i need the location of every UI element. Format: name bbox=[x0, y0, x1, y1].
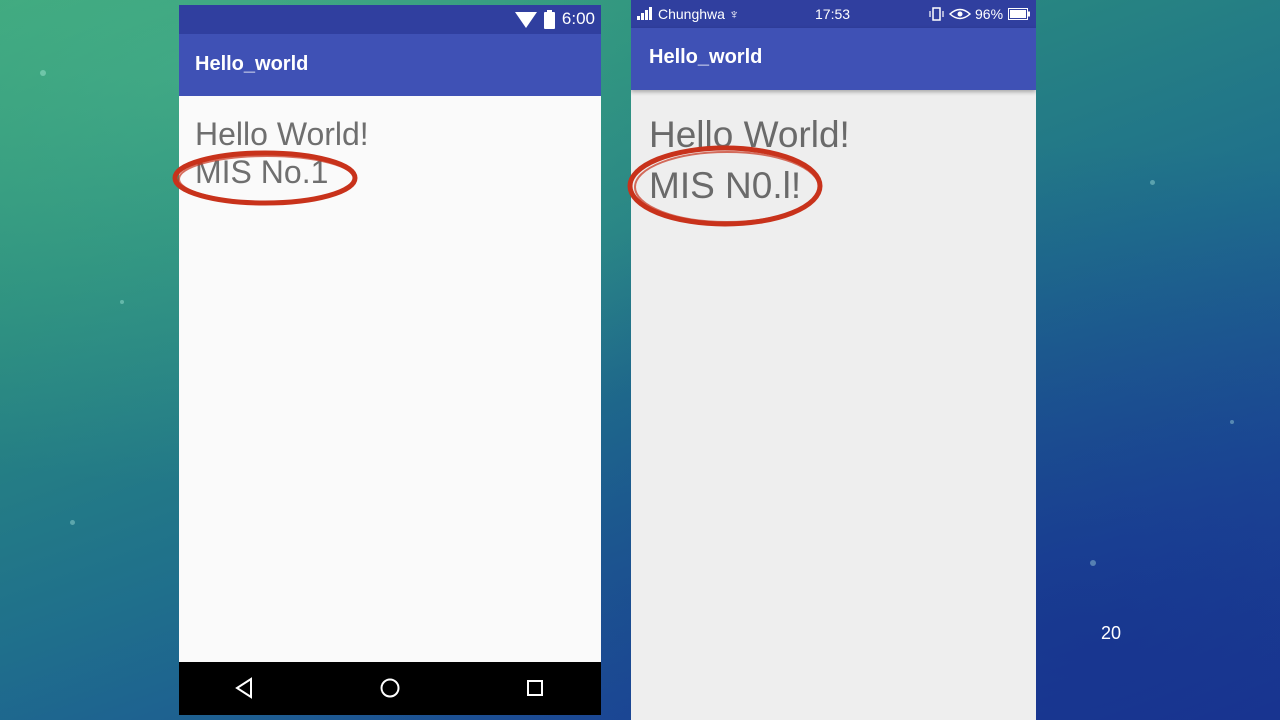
recents-button[interactable] bbox=[517, 670, 553, 706]
navigation-bar bbox=[179, 662, 601, 715]
status-bar: Chunghwa ♆ 17:53 96% bbox=[631, 0, 1036, 28]
background-speck bbox=[40, 70, 46, 76]
emulator-screenshot: 6:00 Hello_world Hello World! MIS No.1 bbox=[179, 5, 601, 715]
device-screenshot: Chunghwa ♆ 17:53 96% Hello_world Hello W… bbox=[631, 0, 1036, 720]
back-icon bbox=[235, 677, 252, 699]
hello-world-text: Hello World! bbox=[649, 114, 850, 155]
background-speck bbox=[1230, 420, 1234, 424]
app-title: Hello_world bbox=[649, 46, 763, 68]
app-title: Hello_world bbox=[195, 53, 309, 75]
back-button[interactable] bbox=[226, 670, 262, 706]
background-speck bbox=[70, 520, 75, 525]
background-speck bbox=[1150, 180, 1155, 185]
vibrate-icon bbox=[929, 7, 944, 21]
home-button[interactable] bbox=[372, 670, 408, 706]
app-bar: Hello_world bbox=[179, 34, 601, 96]
home-icon bbox=[380, 678, 400, 698]
hello-world-text: Hello World! bbox=[195, 116, 369, 152]
background-speck bbox=[1090, 560, 1096, 566]
app-content: Hello World! MIS No.1 bbox=[179, 96, 601, 662]
status-time: 6:00 bbox=[561, 9, 595, 28]
mis-text: MIS No.1 bbox=[195, 154, 329, 190]
battery-icon bbox=[544, 10, 555, 29]
slide-number: 20 bbox=[1101, 623, 1122, 643]
carrier-name: Chunghwa ♆ bbox=[658, 6, 740, 22]
battery-percent: 96% bbox=[975, 6, 1004, 22]
eye-icon bbox=[949, 8, 971, 20]
recents-icon bbox=[527, 680, 543, 696]
mis-text: MIS N0.l! bbox=[649, 165, 802, 206]
battery-icon bbox=[1008, 8, 1030, 20]
background-speck bbox=[120, 300, 124, 304]
status-bar: 6:00 bbox=[179, 5, 601, 34]
app-bar: Hello_world bbox=[631, 28, 1036, 90]
status-time: 17:53 bbox=[815, 6, 851, 22]
wifi-icon bbox=[515, 12, 537, 28]
signal-icon bbox=[637, 7, 655, 20]
